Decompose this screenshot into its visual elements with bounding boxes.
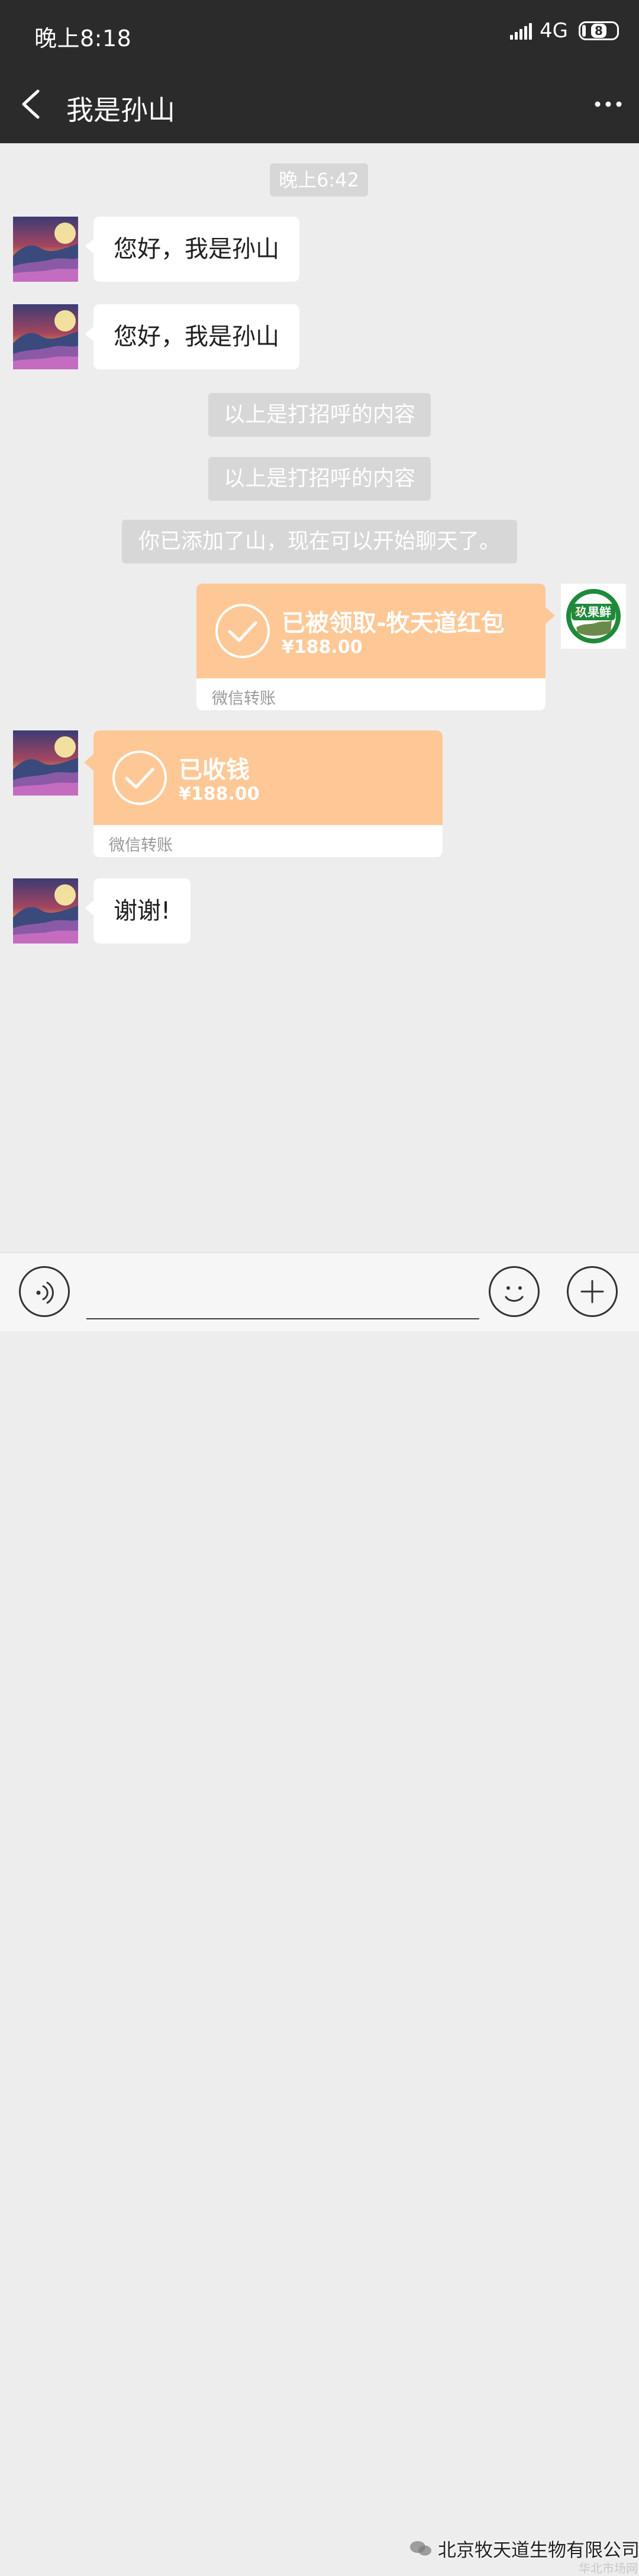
transfer-card[interactable]: 已收钱 ¥188.00 微信转账: [93, 730, 443, 857]
transfer-footer: 微信转账: [109, 836, 173, 855]
plus-icon: [580, 1280, 604, 1303]
transfer-title: 已收钱: [179, 756, 250, 784]
system-message: 以上是打招呼的内容: [208, 393, 431, 437]
plus-button[interactable]: [567, 1266, 618, 1317]
chat-header: 我是孙山: [0, 65, 639, 143]
incoming-message[interactable]: 您好，我是孙山: [85, 304, 299, 369]
battery-icon: 8: [579, 21, 619, 40]
battery-level-text: 8: [591, 24, 606, 38]
transfer-card[interactable]: 已被领取-牧天道红包 ¥188.00 微信转账: [196, 584, 546, 710]
emoji-button[interactable]: [489, 1266, 540, 1317]
transfer-footer: 微信转账: [212, 690, 276, 708]
incoming-message[interactable]: 谢谢!: [85, 878, 191, 944]
input-bar: 北京牧天道生物有限公司 华北市场网: [0, 1252, 639, 2575]
transfer-amount: ¥188.00: [179, 784, 260, 804]
system-message: 你已添加了山，现在可以开始聊天了。: [122, 520, 517, 564]
check-circle-icon: [112, 751, 167, 805]
voice-button[interactable]: [19, 1266, 70, 1317]
brand-logo-avatar: 玖果鲜: [561, 584, 626, 649]
watermark-text: 北京牧天道生物有限公司: [438, 2540, 639, 2561]
voice-icon: [36, 1281, 54, 1304]
network-type: 4G: [540, 19, 568, 43]
incoming-message[interactable]: 您好，我是孙山: [85, 217, 299, 282]
status-bar: 晚上8:18 4G 8: [0, 0, 639, 65]
status-time: 晚上8:18: [34, 25, 132, 51]
check-circle-icon: [215, 604, 270, 658]
transfer-title: 已被领取-牧天道红包: [282, 610, 505, 637]
contact-avatar[interactable]: [13, 878, 78, 944]
contact-avatar-image: [13, 878, 78, 944]
time-tag: 晚上6:42: [270, 163, 368, 197]
contact-avatar[interactable]: [13, 217, 78, 282]
message-input[interactable]: [86, 1318, 479, 1319]
contact-avatar[interactable]: [13, 304, 78, 369]
sent-transfer-card[interactable]: 已被领取-牧天道红包 ¥188.00 微信转账: [196, 584, 555, 710]
signal-icon: [510, 22, 534, 40]
wechat-icon: [410, 2540, 431, 2555]
received-transfer-card[interactable]: 已收钱 ¥188.00 微信转账: [84, 730, 443, 857]
contact-avatar-image: [13, 217, 78, 282]
more-dots-icon[interactable]: [589, 86, 627, 122]
contact-avatar[interactable]: [13, 730, 78, 796]
watermark: 北京牧天道生物有限公司: [408, 2535, 639, 2562]
back-chevron-icon[interactable]: [15, 86, 51, 122]
watermark-small: 华北市场网: [579, 2561, 638, 2575]
contact-avatar-image: [13, 304, 78, 369]
emoji-icon: [505, 1286, 524, 1302]
system-message: 以上是打招呼的内容: [208, 457, 431, 501]
chat-title: 我是孙山: [66, 94, 175, 126]
status-icons: 4G 8: [510, 19, 619, 43]
self-avatar[interactable]: 玖果鲜: [561, 584, 626, 649]
contact-avatar-image: [13, 730, 78, 796]
transfer-amount: ¥188.00: [282, 637, 363, 658]
